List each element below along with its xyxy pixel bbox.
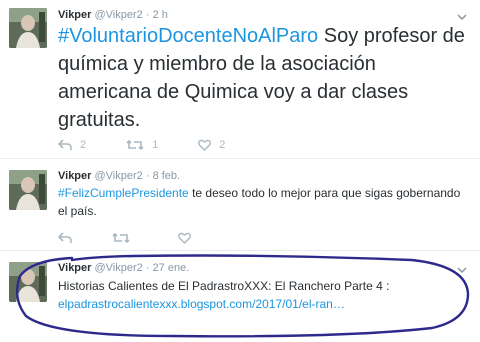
tweet-3[interactable]: Vikper @Vikper2 · 27 ene. Historias Cali… <box>0 251 480 342</box>
user-handle[interactable]: @Vikper2 <box>95 170 143 182</box>
reply-count: 2 <box>80 139 87 151</box>
tweet-actions <box>58 232 231 244</box>
timestamp[interactable]: 8 feb. <box>153 170 181 182</box>
avatar-photo <box>9 8 47 48</box>
display-name[interactable]: Vikper <box>58 9 91 21</box>
avatar[interactable] <box>9 262 47 302</box>
tweet-body: Historias Calientes de El PadrastroXXX: … <box>58 279 390 293</box>
retweet-icon <box>112 232 130 244</box>
hashtag-link[interactable]: #VoluntarioDocenteNoAlParo <box>58 25 318 47</box>
avatar-photo <box>9 170 47 210</box>
user-handle[interactable]: @Vikper2 <box>95 262 143 274</box>
tweet-header: Vikper @Vikper2 · 27 ene. <box>58 262 190 274</box>
avatar-photo <box>9 262 47 302</box>
retweet-icon <box>126 139 144 151</box>
display-name[interactable]: Vikper <box>58 262 91 274</box>
tweet-1[interactable]: Vikper @Vikper2 · 2 h #VoluntarioDocente… <box>0 0 480 158</box>
avatar[interactable] <box>9 170 47 210</box>
tweet-header: Vikper @Vikper2 · 8 feb. <box>58 170 181 182</box>
heart-icon <box>198 139 212 151</box>
reply-button[interactable]: 2 <box>58 139 86 151</box>
reply-icon <box>58 232 72 243</box>
hashtag-link[interactable]: #FelizCumplePresidente <box>58 186 189 200</box>
external-link[interactable]: elpadrastrocalientexxx.blogspot.com/2017… <box>58 295 470 313</box>
retweet-button[interactable]: 1 <box>126 139 158 151</box>
retweet-button[interactable] <box>112 232 130 244</box>
tweet-actions: 2 1 2 <box>58 139 265 151</box>
tweet-text: Historias Calientes de El PadrastroXXX: … <box>58 277 470 313</box>
timestamp[interactable]: 27 ene. <box>153 262 190 274</box>
timestamp[interactable]: 2 h <box>153 9 168 21</box>
user-handle[interactable]: @Vikper2 <box>95 9 143 21</box>
like-button[interactable]: 2 <box>198 139 225 151</box>
like-button[interactable] <box>178 232 191 244</box>
tweet-text: #FelizCumplePresidente te deseo todo lo … <box>58 184 470 220</box>
like-count: 2 <box>219 139 226 151</box>
tweet-2[interactable]: Vikper @Vikper2 · 8 feb. #FelizCumplePre… <box>0 159 480 250</box>
tweet-text: #VoluntarioDocenteNoAlParo Soy profesor … <box>58 22 470 134</box>
avatar[interactable] <box>9 8 47 48</box>
display-name[interactable]: Vikper <box>58 170 91 182</box>
reply-button[interactable] <box>58 232 72 244</box>
chevron-down-icon[interactable] <box>456 12 468 22</box>
retweet-count: 1 <box>152 139 159 151</box>
heart-icon <box>178 232 191 244</box>
chevron-down-icon[interactable] <box>456 265 468 275</box>
reply-icon <box>58 139 72 150</box>
tweet-header: Vikper @Vikper2 · 2 h <box>58 9 168 21</box>
